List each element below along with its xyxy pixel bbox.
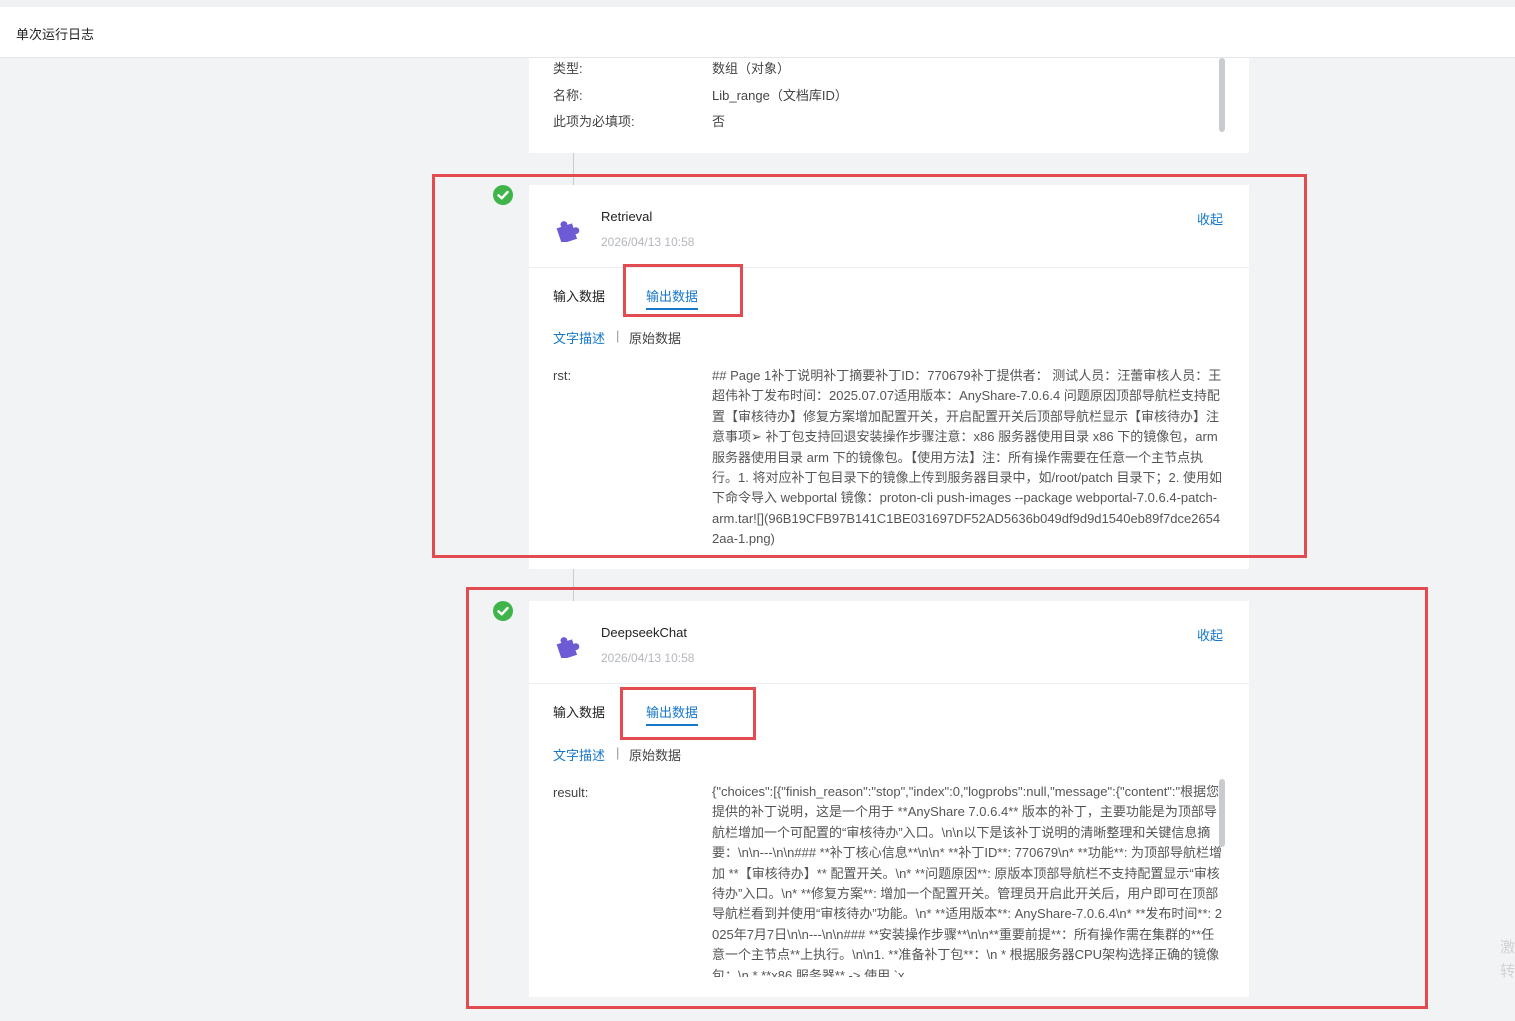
param-scrollbar[interactable] (1219, 58, 1225, 132)
tab-output-data[interactable]: 输出数据 (646, 702, 699, 726)
param-key-name: 名称: (553, 88, 583, 103)
node-title: Retrieval (601, 209, 653, 224)
node-timestamp: 2026/04/13 10:58 (601, 651, 695, 665)
param-card: 类型: 数组（对象） 名称: Lib_range（文档库ID） 此项为必填项: … (529, 58, 1249, 153)
param-value-required: 否 (712, 114, 726, 129)
subtab-raw-data[interactable]: 原始数据 (629, 328, 681, 347)
active-tab-underline (646, 308, 698, 310)
collapse-button[interactable]: 收起 (1197, 625, 1223, 644)
active-tab-underline (646, 724, 698, 726)
subtab-raw-data[interactable]: 原始数据 (629, 745, 681, 764)
field-value: ## Page 1补丁说明补丁摘要补丁ID：770679补丁提供者： 测试人员：… (712, 368, 1222, 547)
field-label: rst: (553, 368, 572, 383)
result-scroll-area[interactable]: {"choices":[{"finish_reason":"stop","ind… (529, 782, 1249, 977)
param-key-type: 类型: (553, 61, 583, 76)
tab-input-data[interactable]: 输入数据 (553, 702, 605, 721)
param-value-type: 数组（对象） (712, 61, 791, 76)
top-shade (0, 0, 1515, 7)
timeline-connector (573, 153, 574, 185)
plugin-icon (556, 637, 580, 658)
tab-output-label: 输出数据 (646, 705, 699, 720)
success-check-icon (493, 185, 513, 205)
tab-output-data[interactable]: 输出数据 (646, 286, 699, 310)
result-scrollbar[interactable] (1219, 779, 1225, 847)
subtab-separator: | (616, 328, 620, 343)
subtab-text-description[interactable]: 文字描述 (553, 328, 605, 347)
subtab-text-description[interactable]: 文字描述 (553, 745, 605, 764)
node-title: DeepseekChat (601, 625, 687, 640)
tab-output-label: 输出数据 (646, 289, 699, 304)
page-title: 单次运行日志 (16, 27, 95, 42)
field-value: {"choices":[{"finish_reason":"stop","ind… (712, 784, 1223, 977)
param-key-required: 此项为必填项: (553, 114, 635, 129)
plugin-icon (556, 221, 580, 242)
side-text: 转 (1500, 963, 1515, 980)
param-value-name: Lib_range（文档库ID） (712, 88, 848, 103)
node-timestamp: 2026/04/13 10:58 (601, 235, 695, 249)
node-card-deepseekchat: DeepseekChat 2026/04/13 10:58 收起 输入数据 输出… (529, 601, 1249, 997)
node-header: DeepseekChat 2026/04/13 10:58 收起 (529, 601, 1249, 684)
collapse-button[interactable]: 收起 (1197, 209, 1223, 228)
timeline-connector (573, 569, 574, 601)
node-header: Retrieval 2026/04/13 10:58 收起 (529, 185, 1249, 268)
tab-input-data[interactable]: 输入数据 (553, 286, 605, 305)
success-check-icon (493, 601, 513, 621)
side-text: 激 (1500, 939, 1515, 956)
subtab-separator: | (616, 745, 620, 760)
node-card-retrieval: Retrieval 2026/04/13 10:58 收起 输入数据 输出数据 … (529, 185, 1249, 569)
top-bar: 单次运行日志 (0, 0, 1515, 58)
